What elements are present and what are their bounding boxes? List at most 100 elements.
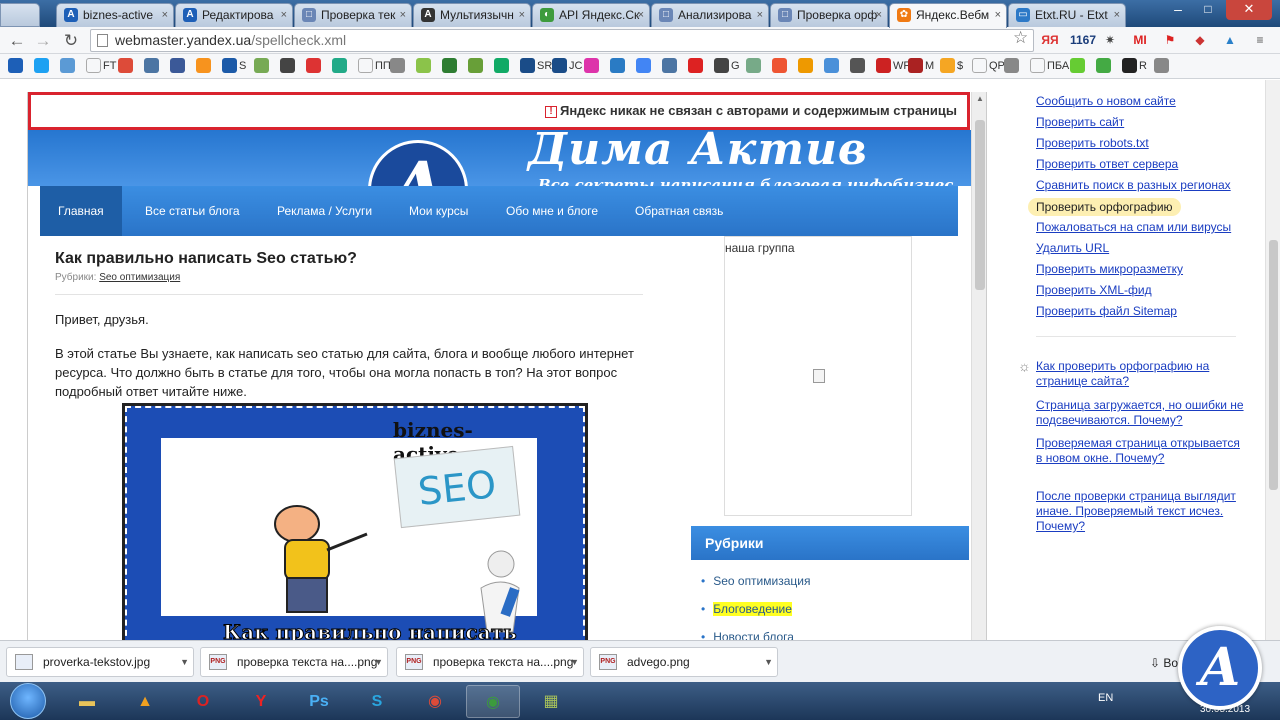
link-new-site[interactable]: Сообщить о новом сайте (1036, 94, 1176, 108)
taskbar-app-icon[interactable]: ▲ (118, 685, 172, 718)
bookmark-item[interactable]: SR (520, 58, 552, 74)
nav-all-articles[interactable]: Все статьи блога (145, 186, 240, 236)
frame-scroll-thumb[interactable] (975, 120, 985, 290)
link-delete-url[interactable]: Удалить URL (1036, 241, 1109, 255)
browser-tab[interactable]: ▭ Etxt.RU - Etxt × (1008, 3, 1126, 27)
bookmark-item[interactable] (494, 58, 509, 74)
reload-button[interactable]: ↻ (60, 30, 82, 52)
help-link[interactable]: После проверки страница выглядит иначе. … (1036, 489, 1246, 534)
nav-feedback[interactable]: Обратная связь (635, 186, 723, 236)
browser-tab[interactable]: □ Анализирова × (651, 3, 769, 27)
bookmark-item[interactable] (8, 58, 23, 74)
bookmark-item[interactable] (746, 58, 761, 74)
tab-close-icon[interactable]: × (757, 4, 763, 26)
browser-tab[interactable]: A Редактирова × (175, 3, 293, 27)
tab-close-icon[interactable]: × (995, 4, 1001, 26)
bookmark-item[interactable]: $ (940, 58, 963, 74)
bookmark-item[interactable] (636, 58, 651, 74)
bookmark-item[interactable] (144, 58, 159, 74)
bookmark-item[interactable]: M (908, 58, 934, 74)
bookmark-item[interactable] (584, 58, 599, 74)
download-item[interactable]: PNG advego.png ▼ (590, 647, 778, 677)
taskbar-app-icon[interactable]: ◉ (408, 685, 462, 718)
bookmark-item[interactable] (196, 58, 211, 74)
bookmark-item[interactable] (416, 58, 431, 74)
chevron-down-icon[interactable]: ▼ (570, 648, 579, 676)
tab-pinned[interactable] (0, 3, 40, 27)
tab-close-icon[interactable]: × (638, 4, 644, 26)
chevron-down-icon[interactable]: ▼ (374, 648, 383, 676)
extension-icon[interactable]: ≡ (1250, 31, 1270, 49)
minimize-button[interactable]: – (1164, 0, 1192, 20)
help-link[interactable]: Проверяемая страница открывается в новом… (1036, 436, 1246, 466)
bookmark-item[interactable] (1004, 58, 1019, 74)
nav-about[interactable]: Обо мне и блоге (506, 186, 598, 236)
help-link[interactable]: Как проверить орфографию на странице сай… (1036, 359, 1246, 389)
help-link[interactable]: Страница загружается, но ошибки не подсв… (1036, 398, 1246, 428)
show-all-downloads[interactable]: ⇩ Во (1150, 656, 1178, 670)
bookmark-item[interactable] (610, 58, 625, 74)
bookmark-item[interactable]: JC (552, 58, 582, 74)
tab-close-icon[interactable]: × (1114, 4, 1120, 26)
bookmark-item[interactable] (468, 58, 483, 74)
bookmark-item[interactable] (1154, 58, 1169, 74)
taskbar-app-icon[interactable]: ▦ (524, 685, 578, 718)
page-scrollbar[interactable] (1265, 80, 1280, 640)
browser-tab[interactable]: ✿ Яндекс.Вебм × (889, 3, 1007, 28)
scroll-up-icon[interactable]: ▲ (976, 94, 984, 103)
extension-icon[interactable]: 1167 (1070, 31, 1096, 49)
bookmark-item[interactable] (772, 58, 787, 74)
link-region-compare[interactable]: Сравнить поиск в разных регионах (1036, 178, 1231, 192)
frame-scrollbar[interactable]: ▲ (971, 92, 986, 640)
bookmark-item[interactable]: S (222, 58, 246, 74)
bookmark-item[interactable] (688, 58, 703, 74)
bookmark-item[interactable] (798, 58, 813, 74)
bookmark-item[interactable]: WF (876, 58, 910, 74)
taskbar-app-icon[interactable]: ◉ (466, 685, 520, 718)
bookmark-item[interactable]: R (1122, 58, 1147, 74)
start-button[interactable] (10, 683, 46, 719)
link-microdata[interactable]: Проверить микроразметку (1036, 262, 1183, 276)
download-item[interactable]: PNG проверка текста на....png ▼ (396, 647, 584, 677)
back-button[interactable]: ← (6, 30, 28, 52)
taskbar-app-icon[interactable]: O (176, 685, 230, 718)
extension-icon[interactable]: ЯЯ (1040, 31, 1060, 49)
browser-tab[interactable]: □ Проверка орф × (770, 3, 888, 27)
forward-button[interactable]: → (32, 30, 54, 52)
link-server-response[interactable]: Проверить ответ сервера (1036, 157, 1178, 171)
bookmark-item[interactable] (1070, 58, 1085, 74)
rubrika-item[interactable]: Новости блога (701, 630, 810, 640)
bookmark-item[interactable]: ПБА (1030, 58, 1069, 74)
taskbar-app-icon[interactable]: Ps (292, 685, 346, 718)
bookmark-item[interactable] (118, 58, 133, 74)
bookmark-item[interactable]: G (714, 58, 740, 74)
nav-ads[interactable]: Реклама / Услуги (277, 186, 372, 236)
tab-close-icon[interactable]: × (519, 4, 525, 26)
tab-close-icon[interactable]: × (400, 4, 406, 26)
bookmark-item[interactable] (442, 58, 457, 74)
rubrika-item[interactable]: Seo оптимизация (701, 574, 810, 592)
bookmark-item[interactable]: ПП (358, 58, 391, 74)
browser-tab[interactable]: Abiznes-active × (56, 3, 174, 27)
close-window-button[interactable]: ✕ (1226, 0, 1272, 20)
bookmark-item[interactable]: FT (86, 58, 116, 74)
bookmark-item[interactable] (332, 58, 347, 74)
download-item[interactable]: PNG проверка текста на....png ▼ (200, 647, 388, 677)
bookmark-item[interactable] (254, 58, 269, 74)
browser-tab[interactable]: ◐ API Яндекс.Ск × (532, 3, 650, 27)
bookmark-item[interactable] (60, 58, 75, 74)
bookmark-item[interactable] (1096, 58, 1111, 74)
bookmark-item[interactable] (824, 58, 839, 74)
page-scroll-thumb[interactable] (1269, 240, 1278, 490)
bookmark-item[interactable] (850, 58, 865, 74)
chevron-down-icon[interactable]: ▼ (180, 648, 189, 676)
link-sitemap[interactable]: Проверить файл Sitemap (1036, 304, 1177, 318)
extension-icon[interactable]: MI (1130, 31, 1150, 49)
language-indicator[interactable]: EN (1098, 692, 1113, 704)
address-bar[interactable]: webmaster.yandex.ua/spellcheck.xml (90, 29, 1034, 52)
taskbar-app-icon[interactable]: S (350, 685, 404, 718)
tab-close-icon[interactable]: × (162, 4, 168, 26)
rubrika-item-highlighted[interactable]: Блоговедение (701, 602, 810, 620)
bookmark-item[interactable] (34, 58, 49, 74)
link-xml-feed[interactable]: Проверить XML-фид (1036, 283, 1152, 297)
